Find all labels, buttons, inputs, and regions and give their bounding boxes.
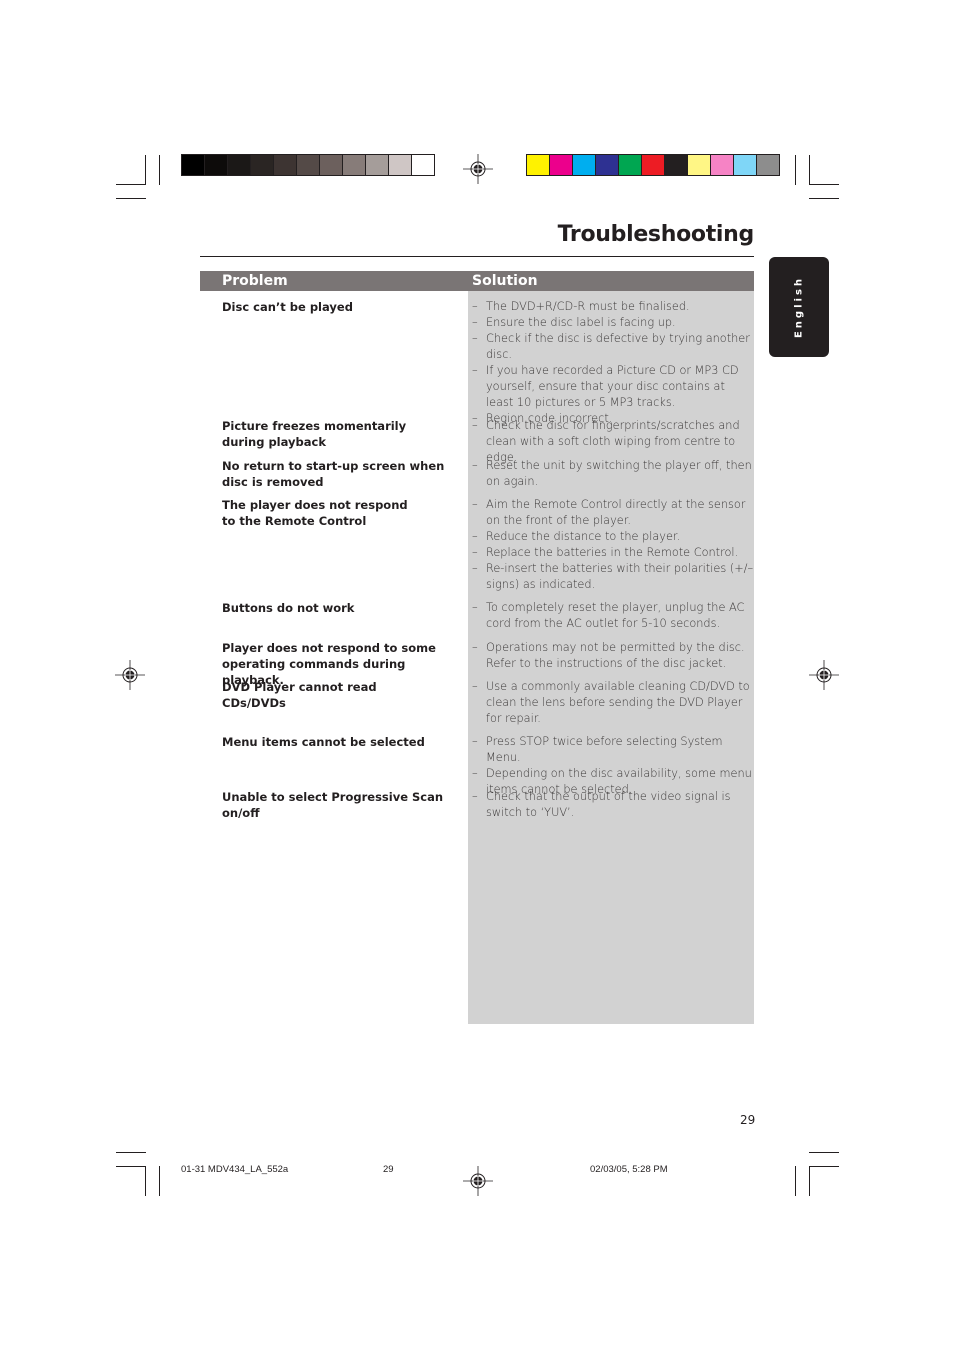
color-swatch [596,155,619,175]
page-title: Troubleshooting [557,222,755,247]
color-swatch [619,155,642,175]
solution-item: Reduce the distance to the player. [472,529,754,545]
solution-item: Re-insert the batteries with their polar… [472,561,754,593]
color-swatch [182,155,205,175]
crop-mark [809,1166,810,1196]
registration-mark-icon [463,154,493,184]
crop-mark [809,184,839,185]
crop-mark [809,1152,839,1153]
solution-item: Press STOP twice before selecting System… [472,734,754,766]
crop-mark [116,184,146,185]
color-swatch [274,155,297,175]
solution-item: Check if the disc is defective by trying… [472,331,754,363]
registration-mark-icon [115,660,145,690]
solution-item: Check that the output of the video signa… [472,789,754,821]
solution-list: Operations may not be permitted by the d… [472,640,754,672]
solution-item: Replace the batteries in the Remote Cont… [472,545,754,561]
crop-mark [159,1166,160,1196]
crop-mark [809,1166,839,1167]
color-swatch [573,155,596,175]
problem-text: Unable to select Progressive Scan on/off [222,790,444,820]
problem-text: Picture freezes momentarily during playb… [222,419,407,449]
color-swatch [412,155,434,175]
language-tab-label: English [793,275,805,339]
solution-item: Operations may not be permitted by the d… [472,640,754,672]
solution-column-header: Solution [472,273,538,289]
registration-mark-icon [463,1166,493,1196]
solution-list: Reset the unit by switching the player o… [472,458,754,490]
solution-item: To completely reset the player, unplug t… [472,600,754,632]
solution-list: To completely reset the player, unplug t… [472,600,754,632]
solution-list: The DVD+R/CD-R must be finalised.Ensure … [472,299,754,427]
crop-mark [116,1166,146,1167]
crop-mark [145,155,146,185]
solution-item: Reset the unit by switching the player o… [472,458,754,490]
crop-mark [795,1166,796,1196]
color-swatch [320,155,343,175]
color-swatch [550,155,573,175]
registration-mark-icon [809,660,839,690]
solution-item: If you have recorded a Picture CD or MP3… [472,363,754,411]
color-calibration-bar [526,154,780,176]
language-tab: English [769,257,829,357]
color-swatch [642,155,665,175]
color-swatch [228,155,251,175]
problem-text: Disc can’t be played [222,300,353,314]
color-swatch [389,155,412,175]
solution-list: Aim the Remote Control directly at the s… [472,497,754,593]
problem-text: DVD Player cannot read CDs/DVDs [222,680,377,710]
page-number: 29 [740,1113,756,1127]
color-swatch [665,155,688,175]
footer-file-name: 01-31 MDV434_LA_552a [181,1164,289,1175]
color-swatch [343,155,366,175]
grayscale-calibration-bar [181,154,435,176]
color-swatch [527,155,550,175]
problem-text: The player does not respond to the Remot… [222,498,408,528]
problem-text: No return to start-up screen when disc i… [222,459,445,489]
color-swatch [734,155,757,175]
crop-mark [145,1166,146,1196]
problem-column-header: Problem [222,273,288,289]
table-header: Problem Solution [200,271,754,291]
color-swatch [205,155,228,175]
color-swatch [711,155,734,175]
crop-mark [809,198,839,199]
footer-date-time: 02/03/05, 5:28 PM [590,1164,668,1175]
solution-list: Use a commonly available cleaning CD/DVD… [472,679,754,727]
solution-list: Check that the output of the video signa… [472,789,754,821]
footer-page: 29 [383,1164,394,1175]
crop-mark [809,155,810,185]
solution-item: Aim the Remote Control directly at the s… [472,497,754,529]
color-swatch [366,155,389,175]
solution-item: Ensure the disc label is facing up. [472,315,754,331]
solution-item: Use a commonly available cleaning CD/DVD… [472,679,754,727]
crop-mark [159,155,160,185]
crop-mark [795,155,796,185]
color-swatch [251,155,274,175]
crop-mark [116,198,146,199]
color-swatch [297,155,320,175]
solution-item: The DVD+R/CD-R must be finalised. [472,299,754,315]
color-swatch [757,155,779,175]
title-divider [200,256,754,257]
problem-text: Buttons do not work [222,601,355,615]
crop-mark [116,1152,146,1153]
color-swatch [688,155,711,175]
problem-text: Menu items cannot be selected [222,735,425,749]
